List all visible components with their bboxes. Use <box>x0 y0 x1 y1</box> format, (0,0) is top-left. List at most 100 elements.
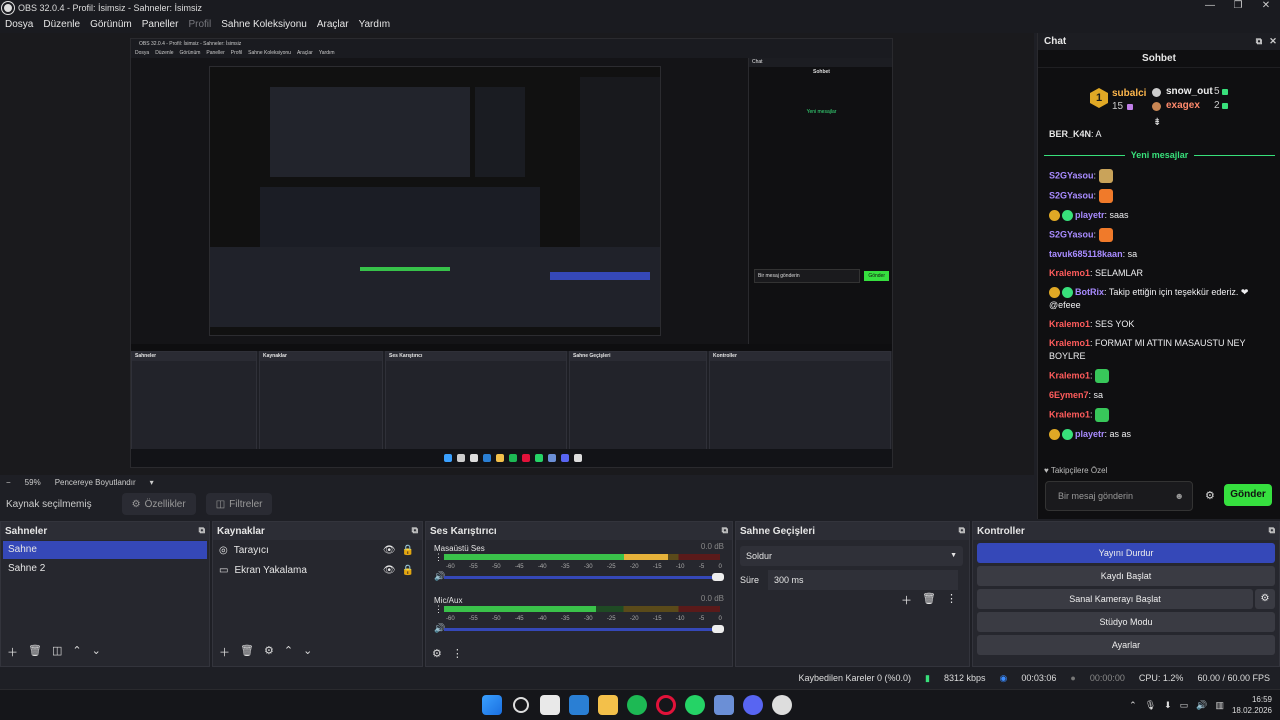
eye-icon[interactable]: 👁 <box>383 565 396 576</box>
delete-icon[interactable]: 🗑 <box>240 644 254 660</box>
maximize-button[interactable]: ❐ <box>1224 0 1252 11</box>
menu-icon[interactable]: ⋮ <box>434 552 443 563</box>
folder-icon[interactable] <box>598 695 618 715</box>
move-up-icon[interactable]: ⌃ <box>72 644 81 660</box>
opera-icon[interactable] <box>656 695 676 715</box>
chat-username[interactable]: S2GYasou <box>1049 229 1094 239</box>
search-icon[interactable] <box>513 697 529 713</box>
float-icon[interactable]: ⧉ <box>722 525 728 536</box>
slider-handle[interactable] <box>712 625 724 633</box>
chat-username[interactable]: S2GYasou <box>1049 170 1094 180</box>
obs-icon[interactable] <box>772 695 792 715</box>
add-icon[interactable]: ＋ <box>7 644 18 660</box>
edge-icon[interactable] <box>569 695 589 715</box>
float-icon[interactable]: ⧉ <box>412 525 418 536</box>
menu-araclar[interactable]: Araçlar <box>317 19 349 30</box>
network-icon[interactable]: ▭ <box>1180 700 1189 711</box>
zoom-level[interactable]: 59% <box>25 478 41 487</box>
transition-select[interactable]: Soldur ▼ <box>740 546 963 566</box>
store-icon[interactable] <box>540 695 560 715</box>
microphone-icon[interactable]: 🎙 <box>1145 700 1156 711</box>
chat-username[interactable]: BotRix <box>1075 287 1104 297</box>
menu-gorunum[interactable]: Görünüm <box>90 19 132 30</box>
menu-icon[interactable]: ⋮ <box>452 647 463 660</box>
window-controls: — ❐ ✕ <box>1196 0 1280 11</box>
source-item[interactable]: ▭ Ekran Yakalama 👁 🔒 <box>213 560 422 580</box>
float-icon[interactable]: ⧉ <box>1252 33 1266 50</box>
captured-send: Gönder <box>864 271 889 281</box>
scene-item[interactable]: Sahne 2 <box>3 560 207 578</box>
add-icon[interactable]: ＋ <box>901 592 912 608</box>
preview-canvas[interactable]: OBS 32.0.4 - Profil: İsimsiz - Sahneler:… <box>130 38 893 468</box>
chat-username[interactable]: tavuk685118kaan <box>1049 249 1123 259</box>
discord-icon[interactable] <box>743 695 763 715</box>
location-icon[interactable]: ⬇ <box>1164 700 1172 711</box>
start-icon[interactable] <box>482 695 502 715</box>
delete-icon[interactable]: 🗑 <box>922 592 936 608</box>
chat-username[interactable]: S2GYasou <box>1049 190 1094 200</box>
gear-icon[interactable]: ⚙ <box>264 644 274 660</box>
move-down-icon[interactable]: ⌄ <box>92 644 101 660</box>
menu-paneller[interactable]: Paneller <box>142 19 179 30</box>
eye-icon[interactable]: 👁 <box>383 545 396 556</box>
chat-username[interactable]: Kralemo1 <box>1049 268 1090 278</box>
whatsapp-icon[interactable] <box>685 695 705 715</box>
chat-username[interactable]: playetr <box>1075 429 1105 439</box>
menu-icon[interactable]: ⋮ <box>946 592 957 608</box>
move-down-icon[interactable]: ⌄ <box>303 644 312 660</box>
chat-username[interactable]: Kralemo1 <box>1049 370 1090 380</box>
app-icon[interactable] <box>714 695 734 715</box>
chat-username[interactable]: playetr <box>1075 210 1105 220</box>
minimize-button[interactable]: — <box>1196 0 1224 11</box>
float-icon[interactable]: ⧉ <box>199 525 205 536</box>
chat-username[interactable]: Kralemo1 <box>1049 338 1090 348</box>
filter-icon[interactable]: ◫ <box>52 644 62 660</box>
volume-slider[interactable] <box>444 573 724 581</box>
chevron-down-icon[interactable]: ▾ <box>150 478 154 487</box>
chevron-up-icon[interactable]: ⌃ <box>1129 700 1137 711</box>
filters-button[interactable]: ◫ Filtreler <box>205 493 273 515</box>
emoji-icon[interactable]: ☻ <box>1175 491 1184 501</box>
chat-username[interactable]: Kralemo1 <box>1049 409 1090 419</box>
zoom-fit[interactable]: Pencereye Boyutlandır <box>55 478 136 487</box>
duration-input[interactable]: 300 ms <box>768 570 958 590</box>
stop-stream-button[interactable]: Yayını Durdur <box>977 543 1275 563</box>
menu-dosya[interactable]: Dosya <box>5 19 33 30</box>
preview-area[interactable]: OBS 32.0.4 - Profil: İsimsiz - Sahneler:… <box>0 33 1034 475</box>
clock[interactable]: 16:59 18.02.2026 <box>1232 694 1272 716</box>
close-button[interactable]: ✕ <box>1252 0 1280 11</box>
float-icon[interactable]: ⧉ <box>959 525 965 536</box>
menu-sahne-koleksiyonu[interactable]: Sahne Koleksiyonu <box>221 19 307 30</box>
volume-icon[interactable]: 🔊 <box>1196 700 1207 711</box>
float-icon[interactable]: ⧉ <box>1269 525 1275 536</box>
chat-input[interactable]: Bir mesaj gönderin ☻ <box>1045 481 1193 511</box>
advanced-audio-icon[interactable]: ⚙ <box>432 647 442 660</box>
zoom-minus[interactable]: − <box>6 478 11 487</box>
lock-icon[interactable]: 🔒 <box>402 545 414 556</box>
menu-duzenle[interactable]: Düzenle <box>43 19 80 30</box>
chat-username[interactable]: 6Eymen7 <box>1049 390 1089 400</box>
settings-button[interactable]: Ayarlar <box>977 635 1275 655</box>
close-icon[interactable]: ✕ <box>1266 33 1280 50</box>
menu-yardim[interactable]: Yardım <box>359 19 391 30</box>
menu-profil[interactable]: Profil <box>188 19 211 30</box>
menu-icon[interactable]: ⋮ <box>434 604 443 615</box>
lock-icon[interactable]: 🔒 <box>402 565 414 576</box>
scene-item[interactable]: Sahne <box>3 541 207 559</box>
add-icon[interactable]: ＋ <box>219 644 230 660</box>
chat-settings-icon[interactable]: ⚙ <box>1205 489 1215 502</box>
delete-icon[interactable]: 🗑 <box>28 644 42 660</box>
spotify-icon[interactable] <box>627 695 647 715</box>
properties-button[interactable]: ⚙ Özellikler <box>121 493 196 515</box>
battery-icon[interactable]: ▥ <box>1215 700 1224 711</box>
slider-handle[interactable] <box>712 573 724 581</box>
start-virtual-camera-button[interactable]: Sanal Kamerayı Başlat <box>977 589 1253 609</box>
move-up-icon[interactable]: ⌃ <box>284 644 293 660</box>
studio-mode-button[interactable]: Stüdyo Modu <box>977 612 1275 632</box>
volume-slider[interactable] <box>444 625 724 633</box>
send-button[interactable]: Gönder <box>1224 484 1272 506</box>
start-recording-button[interactable]: Kaydı Başlat <box>977 566 1275 586</box>
source-item[interactable]: ◎ Tarayıcı 👁 🔒 <box>213 540 422 560</box>
virtual-camera-settings-icon[interactable]: ⚙ <box>1255 589 1275 609</box>
chat-username[interactable]: Kralemo1 <box>1049 319 1090 329</box>
